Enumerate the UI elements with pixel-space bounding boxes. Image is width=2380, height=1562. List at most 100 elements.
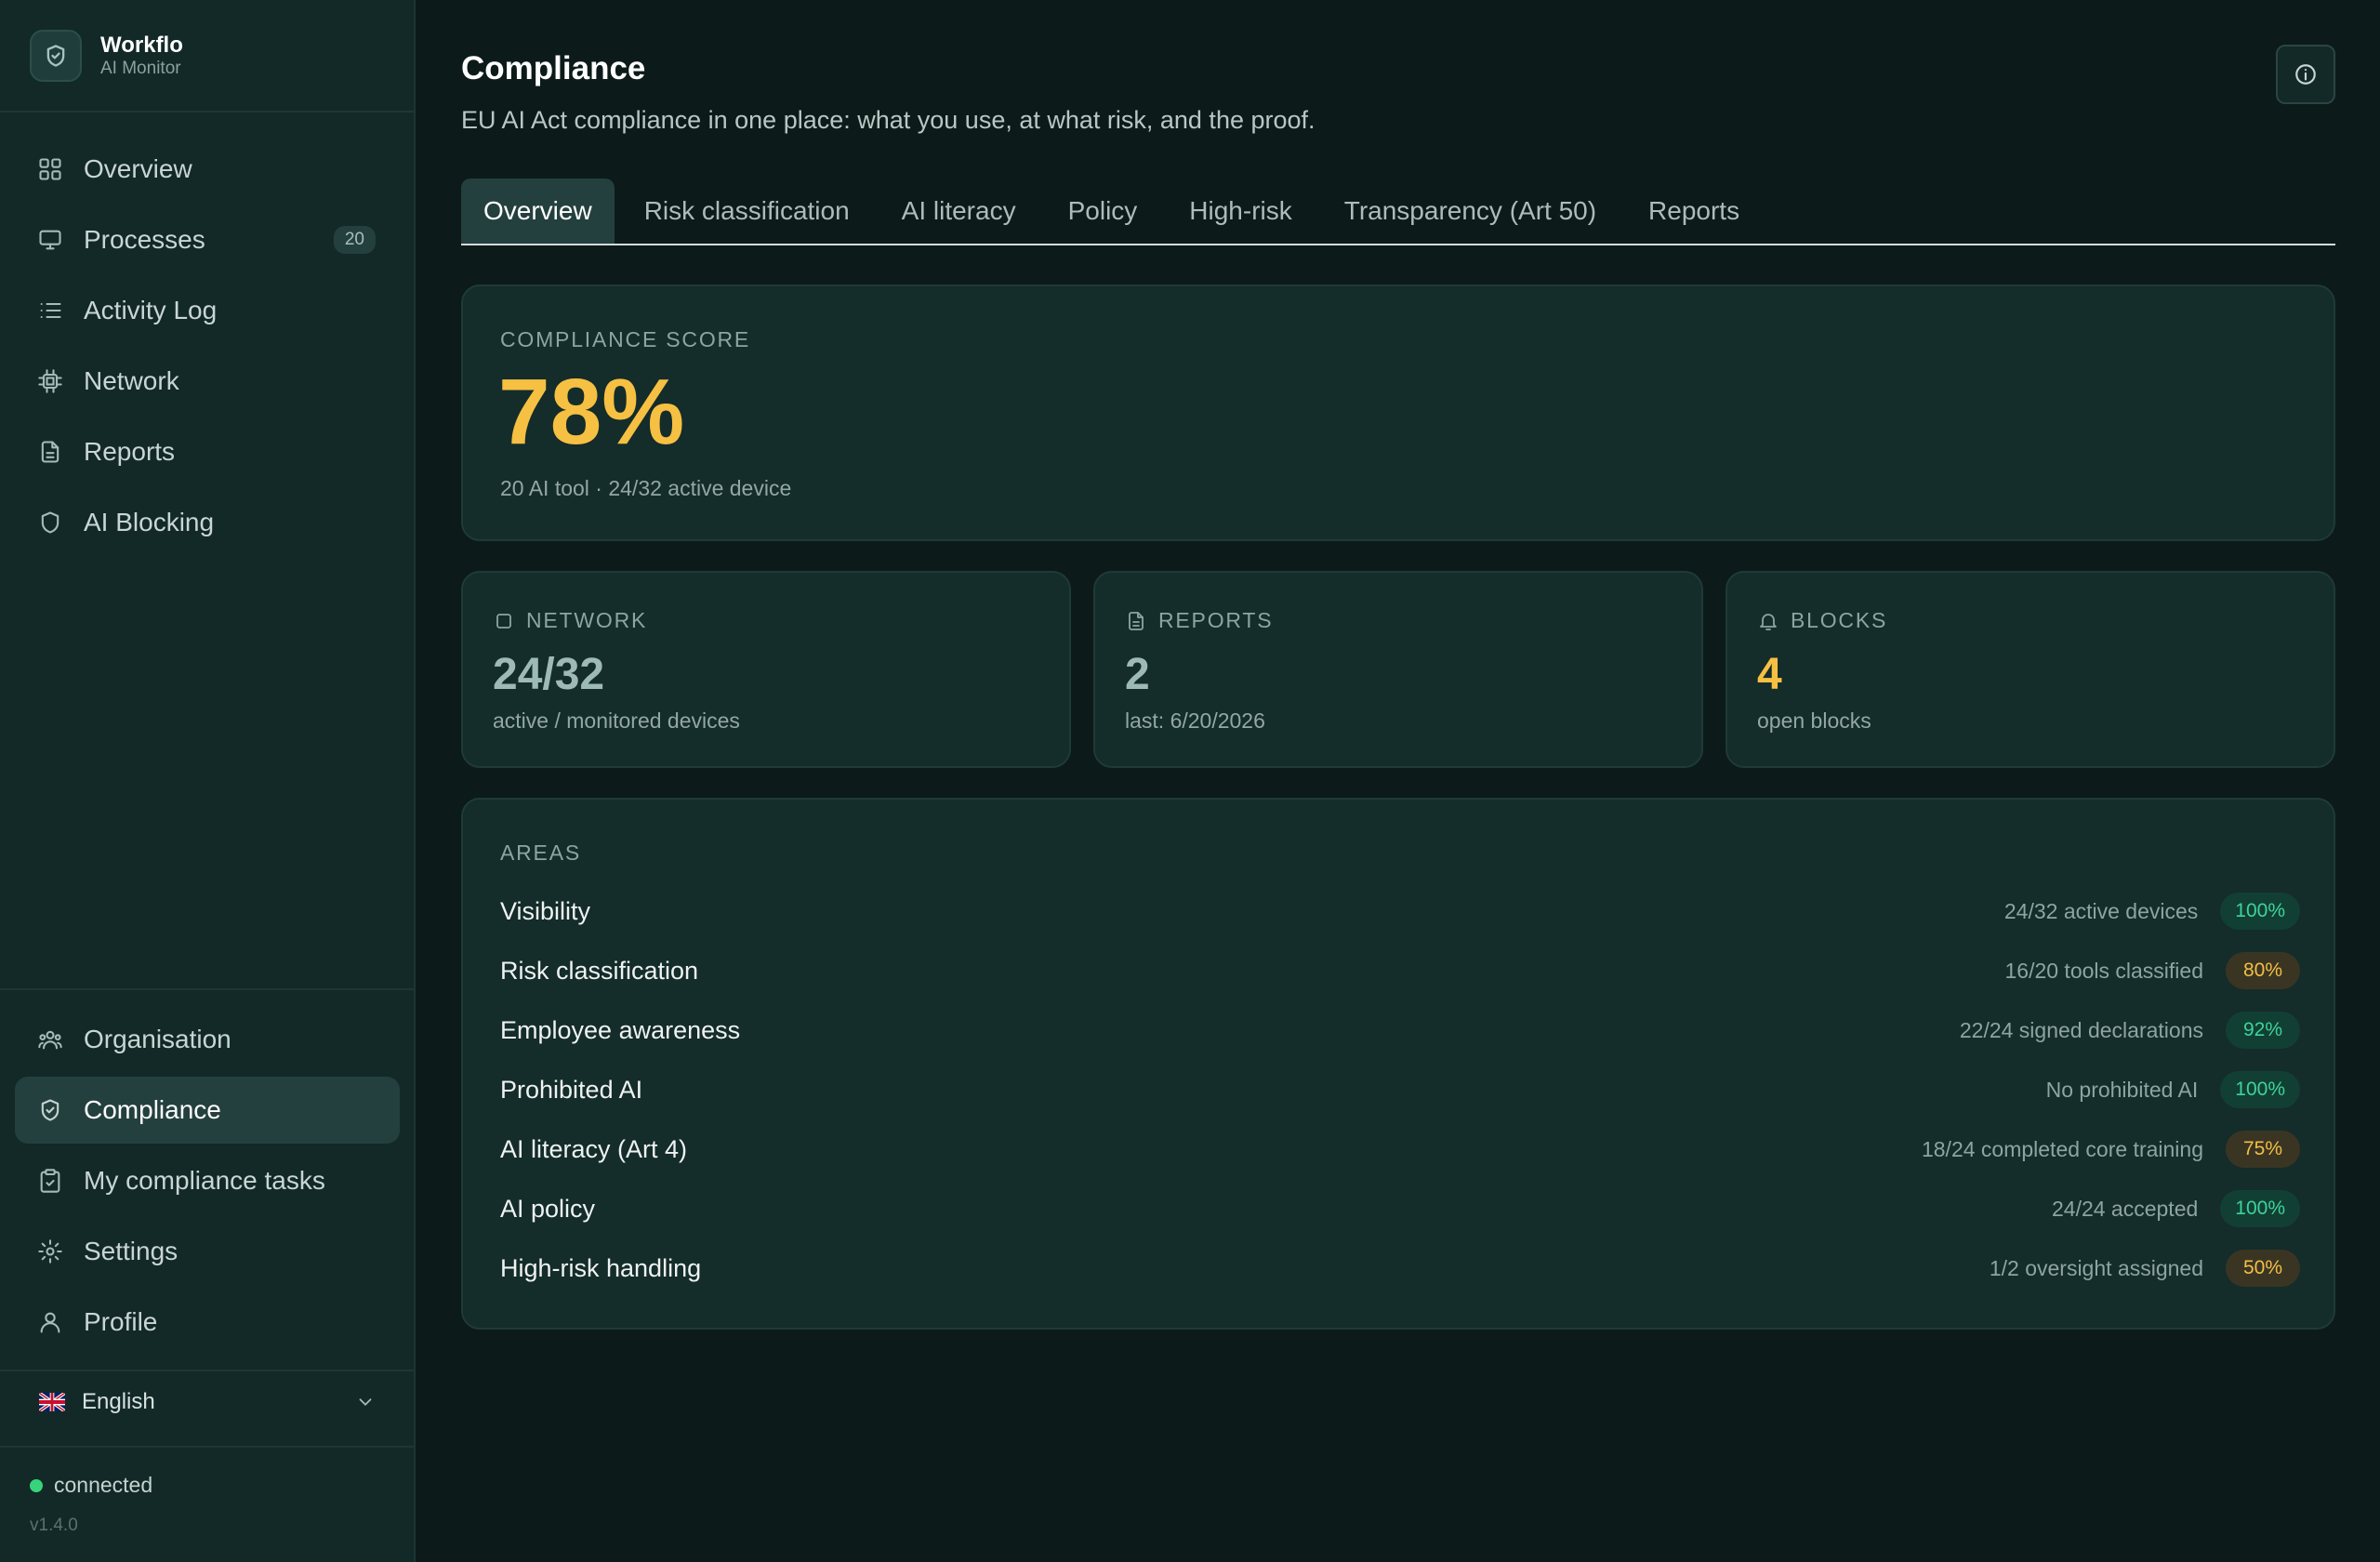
score-value: 78% [498, 360, 685, 464]
area-detail: 22/24 signed declarations [1959, 1017, 2203, 1042]
sidebar-item-label: AI Blocking [84, 508, 215, 536]
connection-status: connected [30, 1473, 152, 1498]
tab-transparency[interactable]: Transparency (Art 50) [1322, 179, 1619, 244]
area-name: Visibility [500, 896, 591, 925]
status-dot [30, 1478, 43, 1492]
area-detail: 18/24 completed core training [1921, 1136, 2203, 1161]
areas-list: Visibility 24/32 active devices 100% Ris… [500, 881, 2300, 1298]
tab-high-risk[interactable]: High-risk [1167, 179, 1314, 244]
divider [0, 111, 414, 113]
tab-overview[interactable]: Overview [461, 179, 615, 244]
clipboard-icon [40, 1169, 60, 1193]
stat-header: Blocks [1757, 608, 1887, 633]
sidebar-item-network[interactable]: Network [15, 348, 400, 415]
area-row-employee-awareness[interactable]: Employee awareness 22/24 signed declarat… [500, 1000, 2300, 1060]
area-percent-badge: 100% [2220, 1190, 2300, 1227]
sidebar-item-label: Settings [84, 1237, 178, 1265]
stat-label: Reports [1158, 608, 1274, 632]
sidebar-item-organisation[interactable]: Organisation [15, 1006, 400, 1073]
sidebar-item-label: Network [84, 366, 179, 395]
shield-icon [41, 511, 60, 534]
sidebar-item-settings[interactable]: Settings [15, 1218, 400, 1285]
area-detail: No prohibited AI [2045, 1077, 2199, 1102]
language-select[interactable]: English [15, 1370, 400, 1434]
stat-value: 4 [1757, 650, 1782, 699]
sidebar-item-label: Organisation [84, 1025, 231, 1053]
divider [0, 1446, 414, 1448]
area-row-ai-literacy[interactable]: AI literacy (Art 4) 18/24 completed core… [500, 1119, 2300, 1179]
area-detail: 16/20 tools classified [2004, 958, 2203, 983]
list-icon [40, 302, 61, 319]
stat-note: last: 6/20/2026 [1125, 708, 1265, 733]
brand-subtitle: AI Monitor [100, 59, 181, 78]
stat-value: 24/32 [493, 650, 605, 699]
area-name: Risk classification [500, 956, 699, 985]
area-detail: 24/32 active devices [2003, 898, 2199, 923]
area-percent-badge: 100% [2220, 893, 2300, 930]
sidebar-item-label: Compliance [84, 1095, 221, 1124]
area-percent-badge: 80% [2226, 952, 2300, 989]
tab-ai-literacy[interactable]: AI literacy [879, 179, 1038, 244]
sidebar-item-label: Processes [84, 225, 205, 254]
sidebar-item-label: Profile [84, 1307, 158, 1336]
sidebar-item-my-compliance-tasks[interactable]: My compliance tasks [15, 1147, 400, 1214]
sidebar-item-profile[interactable]: Profile [15, 1289, 400, 1356]
compliance-score-card: Compliance score 78% 20 AI tool · 24/32 … [461, 285, 2335, 541]
sidebar-item-ai-blocking[interactable]: AI Blocking [15, 489, 400, 556]
sidebar-item-reports[interactable]: Reports [15, 418, 400, 485]
gear-icon [38, 1239, 62, 1264]
score-label: Compliance score [500, 327, 751, 351]
tab-policy[interactable]: Policy [1046, 179, 1160, 244]
sidebar-item-activity-log[interactable]: Activity Log [15, 277, 400, 344]
stat-label: Blocks [1791, 608, 1888, 632]
info-button[interactable] [2276, 45, 2335, 104]
grid-icon [39, 158, 61, 180]
sidebar-item-processes[interactable]: Processes 20 [15, 206, 400, 273]
stat-card-network[interactable]: Network 24/32 active / monitored devices [461, 571, 1071, 768]
sidebar-item-label: Overview [84, 154, 192, 183]
area-name: High-risk handling [500, 1253, 702, 1282]
app-version: v1.4.0 [30, 1516, 78, 1535]
brand-name: Workflo [100, 33, 183, 58]
tab-risk-classification[interactable]: Risk classification [622, 179, 872, 244]
stat-header: Reports [1125, 608, 1273, 633]
area-row-ai-policy[interactable]: AI policy 24/24 accepted 100% [500, 1179, 2300, 1238]
sidebar-item-overview[interactable]: Overview [15, 136, 400, 203]
stat-card-blocks[interactable]: Blocks 4 open blocks [1726, 571, 2335, 768]
chip-icon [38, 369, 62, 393]
chip-icon [496, 613, 511, 629]
file-text-icon [1129, 611, 1144, 630]
score-note: 20 AI tool · 24/32 active device [500, 476, 792, 500]
area-row-risk-classification[interactable]: Risk classification 16/20 tools classifi… [500, 941, 2300, 1000]
area-row-visibility[interactable]: Visibility 24/32 active devices 100% [500, 881, 2300, 941]
stat-card-reports[interactable]: Reports 2 last: 6/20/2026 [1093, 571, 1703, 768]
secondary-nav: Organisation Compliance My compliance ta… [15, 1006, 400, 1359]
stat-value: 2 [1125, 650, 1150, 699]
area-row-high-risk-handling[interactable]: High-risk handling 1/2 oversight assigne… [500, 1238, 2300, 1298]
brand[interactable]: Workflo AI Monitor [30, 30, 183, 82]
area-percent-badge: 100% [2220, 1071, 2300, 1108]
tab-reports[interactable]: Reports [1626, 179, 1762, 244]
uk-flag-icon [39, 1393, 65, 1411]
area-percent-badge: 75% [2226, 1131, 2300, 1168]
monitor-icon [39, 230, 61, 250]
sidebar-item-label: Activity Log [84, 296, 218, 324]
sidebar-item-compliance[interactable]: Compliance [15, 1077, 400, 1144]
page-subtitle: EU AI Act compliance in one place: what … [461, 106, 1316, 134]
area-name: AI policy [500, 1194, 596, 1223]
page-title: Compliance [461, 50, 646, 86]
status-label: connected [54, 1473, 153, 1497]
area-name: Employee awareness [500, 1015, 741, 1044]
file-text-icon [41, 441, 60, 463]
bell-icon [1760, 613, 1777, 630]
shield-check-icon [30, 30, 82, 82]
area-row-prohibited-ai[interactable]: Prohibited AI No prohibited AI 100% [500, 1060, 2300, 1119]
area-name: AI literacy (Art 4) [500, 1134, 688, 1163]
language-label: English [82, 1389, 155, 1414]
users-icon [38, 1030, 62, 1050]
tab-bar: Overview Risk classification AI literacy… [461, 179, 2335, 245]
area-percent-badge: 92% [2226, 1012, 2300, 1049]
stat-header: Network [493, 608, 647, 633]
shield-check-icon [41, 1099, 60, 1121]
main-content: Compliance EU AI Act compliance in one p… [461, 0, 2335, 1562]
